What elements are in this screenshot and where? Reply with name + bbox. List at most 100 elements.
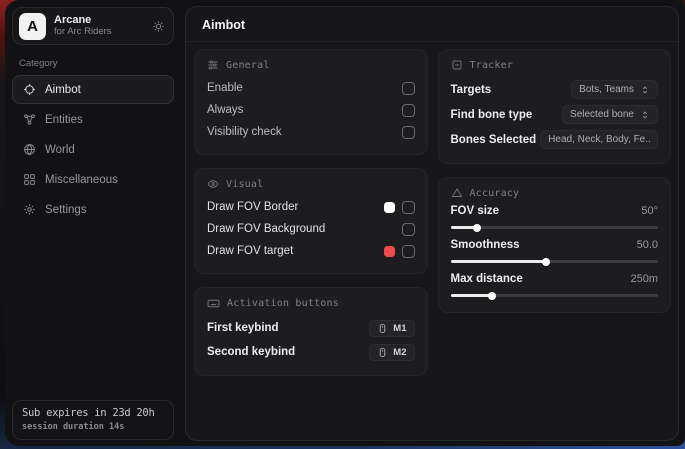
setting-row-draw-fov-background: Draw FOV Background [207, 218, 415, 240]
bones-selected-dropdown[interactable]: Head, Neck, Body, Fe.. [540, 130, 658, 149]
card-title: Tracker [470, 60, 514, 71]
setting-label: Second keybind [207, 346, 369, 358]
setting-row-bones-selected: Bones Selected Head, Neck, Body, Fe.. [451, 127, 659, 152]
smoothness-slider[interactable] [451, 255, 659, 267]
setting-label: Find bone type [451, 109, 563, 121]
setting-label: Smoothness [451, 239, 637, 251]
chevrons-up-down-icon [657, 135, 658, 145]
visual-card: Visual Draw FOV Border Draw FOV Backgrou… [194, 168, 428, 274]
mouse-icon [377, 347, 388, 358]
fov-size-slider[interactable] [451, 221, 659, 233]
eye-icon [207, 178, 219, 190]
first-keybind-button[interactable]: M1 [369, 320, 414, 337]
setting-group-max-distance: Max distance 250m [451, 273, 659, 301]
sidebar-item-settings[interactable]: Settings [12, 195, 174, 224]
keybind-value: M1 [393, 323, 406, 334]
activation-buttons-card: Activation buttons First keybind M1 [194, 287, 428, 376]
setting-row-targets: Targets Bots, Teams [451, 77, 659, 102]
slider-thumb[interactable] [488, 292, 496, 300]
minus-square-icon [451, 59, 463, 71]
setting-label: Enable [207, 82, 402, 94]
fov-target-color-swatch[interactable] [384, 246, 395, 257]
setting-group-fov-size: FOV size 50° [451, 205, 659, 233]
sidebar-item-label: Aimbot [45, 84, 81, 96]
setting-label: Draw FOV Border [207, 201, 384, 213]
sidebar-item-entities[interactable]: Entities [12, 105, 174, 134]
crosshair-icon [23, 83, 36, 96]
mouse-icon [377, 323, 388, 334]
entities-icon [23, 113, 36, 126]
panel-header: Aimbot [186, 7, 678, 42]
page-title: Aimbot [202, 18, 662, 32]
category-label: Category [19, 58, 174, 69]
sidebar-item-label: Settings [45, 204, 87, 216]
setting-row-always: Always [207, 99, 415, 121]
setting-row-first-keybind: First keybind M1 [207, 316, 415, 340]
setting-label: First keybind [207, 322, 369, 334]
card-title: Activation buttons [227, 298, 339, 309]
draw-fov-target-checkbox[interactable] [402, 245, 415, 258]
card-title: Visual [226, 179, 263, 190]
sidebar-item-aimbot[interactable]: Aimbot [12, 75, 174, 104]
app-logo: A [19, 13, 46, 40]
right-column: Tracker Targets Bots, Teams Find bone ty… [438, 49, 672, 376]
setting-group-smoothness: Smoothness 50.0 [451, 239, 659, 267]
setting-row-visibility-check: Visibility check [207, 121, 415, 143]
max-distance-slider[interactable] [451, 289, 659, 301]
max-distance-value: 250m [630, 273, 658, 285]
find-bone-type-dropdown[interactable]: Selected bone [562, 105, 658, 124]
sidebar: A Arcane for Arc Riders Category [5, 0, 180, 446]
card-title: General [226, 60, 270, 71]
gear-icon [23, 203, 36, 216]
globe-icon [23, 143, 36, 156]
setting-label: FOV size [451, 205, 642, 217]
setting-label: Bones Selected [451, 134, 537, 146]
enable-checkbox[interactable] [402, 82, 415, 95]
accuracy-card: Accuracy FOV size 50° [438, 177, 672, 313]
setting-row-second-keybind: Second keybind M2 [207, 340, 415, 364]
setting-label: Draw FOV target [207, 245, 384, 257]
main-panel: Aimbot General [185, 6, 679, 441]
chevrons-up-down-icon [640, 110, 650, 120]
left-column: General Enable Always Visibility check [194, 49, 428, 376]
grid-icon [23, 173, 36, 186]
sidebar-item-world[interactable]: World [12, 135, 174, 164]
dropdown-value: Bots, Teams [579, 84, 634, 95]
setting-row-find-bone-type: Find bone type Selected bone [451, 102, 659, 127]
draw-fov-background-checkbox[interactable] [402, 223, 415, 236]
dropdown-value: Head, Neck, Body, Fe.. [548, 134, 651, 145]
slider-thumb[interactable] [542, 258, 550, 266]
always-checkbox[interactable] [402, 104, 415, 117]
tracker-card: Tracker Targets Bots, Teams Find bone ty… [438, 49, 672, 164]
general-card: General Enable Always Visibility check [194, 49, 428, 155]
fov-border-color-swatch[interactable] [384, 202, 395, 213]
slider-thumb[interactable] [473, 224, 481, 232]
brand-subtitle: for Arc Riders [54, 27, 144, 38]
dropdown-value: Selected bone [570, 109, 634, 120]
setting-row-enable: Enable [207, 77, 415, 99]
keybind-value: M2 [393, 347, 406, 358]
setting-label: Visibility check [207, 126, 402, 138]
setting-label: Draw FOV Background [207, 223, 402, 235]
sub-expiry-text: Sub expires in 23d 20h [22, 407, 164, 419]
setting-label: Max distance [451, 273, 631, 285]
sliders-icon [207, 59, 219, 71]
draw-fov-border-checkbox[interactable] [402, 201, 415, 214]
sidebar-nav: Aimbot Entities World [12, 75, 174, 224]
fov-size-value: 50° [641, 205, 658, 217]
second-keybind-button[interactable]: M2 [369, 344, 414, 361]
subscription-info: Sub expires in 23d 20h session duration … [12, 400, 174, 440]
sidebar-item-miscellaneous[interactable]: Miscellaneous [12, 165, 174, 194]
keyboard-icon [207, 297, 220, 310]
settings-gear-icon[interactable] [152, 20, 165, 33]
setting-label: Always [207, 104, 402, 116]
brand-card: A Arcane for Arc Riders [12, 7, 174, 45]
visibility-check-checkbox[interactable] [402, 126, 415, 139]
sidebar-item-label: Miscellaneous [45, 174, 118, 186]
smoothness-value: 50.0 [637, 239, 658, 251]
setting-row-draw-fov-target: Draw FOV target [207, 240, 415, 262]
chevrons-up-down-icon [640, 85, 650, 95]
targets-dropdown[interactable]: Bots, Teams [571, 80, 658, 99]
setting-row-draw-fov-border: Draw FOV Border [207, 196, 415, 218]
session-duration-text: session duration 14s [22, 422, 164, 432]
